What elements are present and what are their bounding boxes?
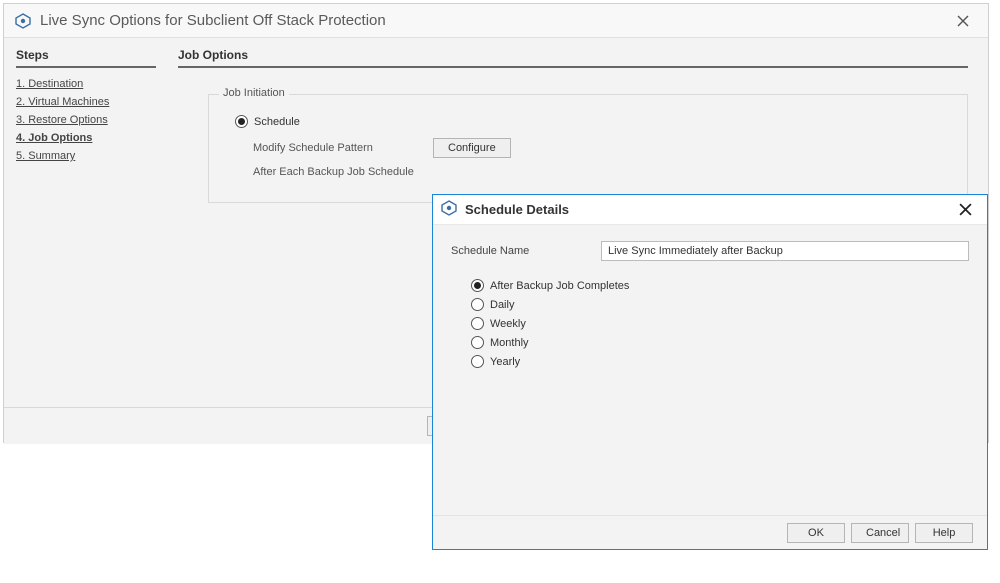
modal-title: Schedule Details	[465, 202, 951, 217]
help-button[interactable]: Help	[915, 523, 973, 543]
cancel-button[interactable]: Cancel	[851, 523, 909, 543]
wizard-titlebar: Live Sync Options for Subclient Off Stac…	[4, 4, 988, 38]
radio-icon	[471, 336, 484, 349]
frequency-option-label: After Backup Job Completes	[490, 280, 629, 292]
modify-schedule-label: Modify Schedule Pattern	[253, 142, 433, 154]
content-header: Job Options	[178, 48, 968, 68]
modal-body: Schedule Name After Backup Job Completes…	[433, 225, 987, 515]
step-item-3[interactable]: 3. Restore Options	[16, 114, 156, 126]
radio-icon	[471, 298, 484, 311]
frequency-option-label: Yearly	[490, 356, 520, 368]
steps-panel: Steps 1. Destination 2. Virtual Machines 3…	[4, 38, 168, 407]
steps-header: Steps	[16, 48, 156, 68]
close-icon	[957, 15, 969, 27]
frequency-option-2[interactable]: Weekly	[471, 317, 969, 330]
frequency-option-label: Daily	[490, 299, 514, 311]
modal-footer: OK Cancel Help	[433, 515, 987, 549]
schedule-name-input[interactable]	[601, 241, 969, 261]
frequency-radio-list: After Backup Job Completes Daily Weekly Mon…	[471, 279, 969, 368]
wizard-close-button[interactable]	[948, 9, 978, 33]
close-icon	[959, 203, 972, 216]
modal-titlebar: Schedule Details	[433, 195, 987, 225]
schedule-details-dialog: Schedule Details Schedule Name After Bac…	[432, 194, 988, 550]
after-backup-label: After Each Backup Job Schedule	[253, 166, 414, 178]
job-initiation-group: Job Initiation Schedule Modify Schedule …	[208, 94, 968, 203]
radio-icon	[471, 317, 484, 330]
frequency-option-label: Weekly	[490, 318, 526, 330]
modal-close-button[interactable]	[951, 199, 979, 221]
modify-schedule-row: Modify Schedule Pattern Configure	[253, 138, 941, 158]
steps-list: 1. Destination 2. Virtual Machines 3. Rest…	[16, 78, 156, 162]
step-item-2[interactable]: 2. Virtual Machines	[16, 96, 156, 108]
radio-icon	[471, 355, 484, 368]
frequency-option-0[interactable]: After Backup Job Completes	[471, 279, 969, 292]
step-item-1[interactable]: 1. Destination	[16, 78, 156, 90]
step-item-5[interactable]: 5. Summary	[16, 150, 156, 162]
configure-button[interactable]: Configure	[433, 138, 511, 158]
groupbox-title: Job Initiation	[219, 87, 289, 99]
frequency-option-3[interactable]: Monthly	[471, 336, 969, 349]
step-item-4[interactable]: 4. Job Options	[16, 132, 156, 144]
schedule-name-row: Schedule Name	[451, 241, 969, 261]
ok-button[interactable]: OK	[787, 523, 845, 543]
radio-icon	[235, 115, 248, 128]
frequency-option-1[interactable]: Daily	[471, 298, 969, 311]
radio-icon	[471, 279, 484, 292]
schedule-name-label: Schedule Name	[451, 245, 601, 257]
schedule-radio-label: Schedule	[254, 116, 300, 128]
frequency-option-4[interactable]: Yearly	[471, 355, 969, 368]
wizard-title: Live Sync Options for Subclient Off Stac…	[40, 12, 948, 29]
app-logo-icon	[441, 200, 457, 219]
after-backup-row: After Each Backup Job Schedule	[253, 166, 941, 178]
frequency-option-label: Monthly	[490, 337, 529, 349]
app-logo-icon	[14, 12, 32, 30]
schedule-radio[interactable]: Schedule	[235, 115, 941, 128]
